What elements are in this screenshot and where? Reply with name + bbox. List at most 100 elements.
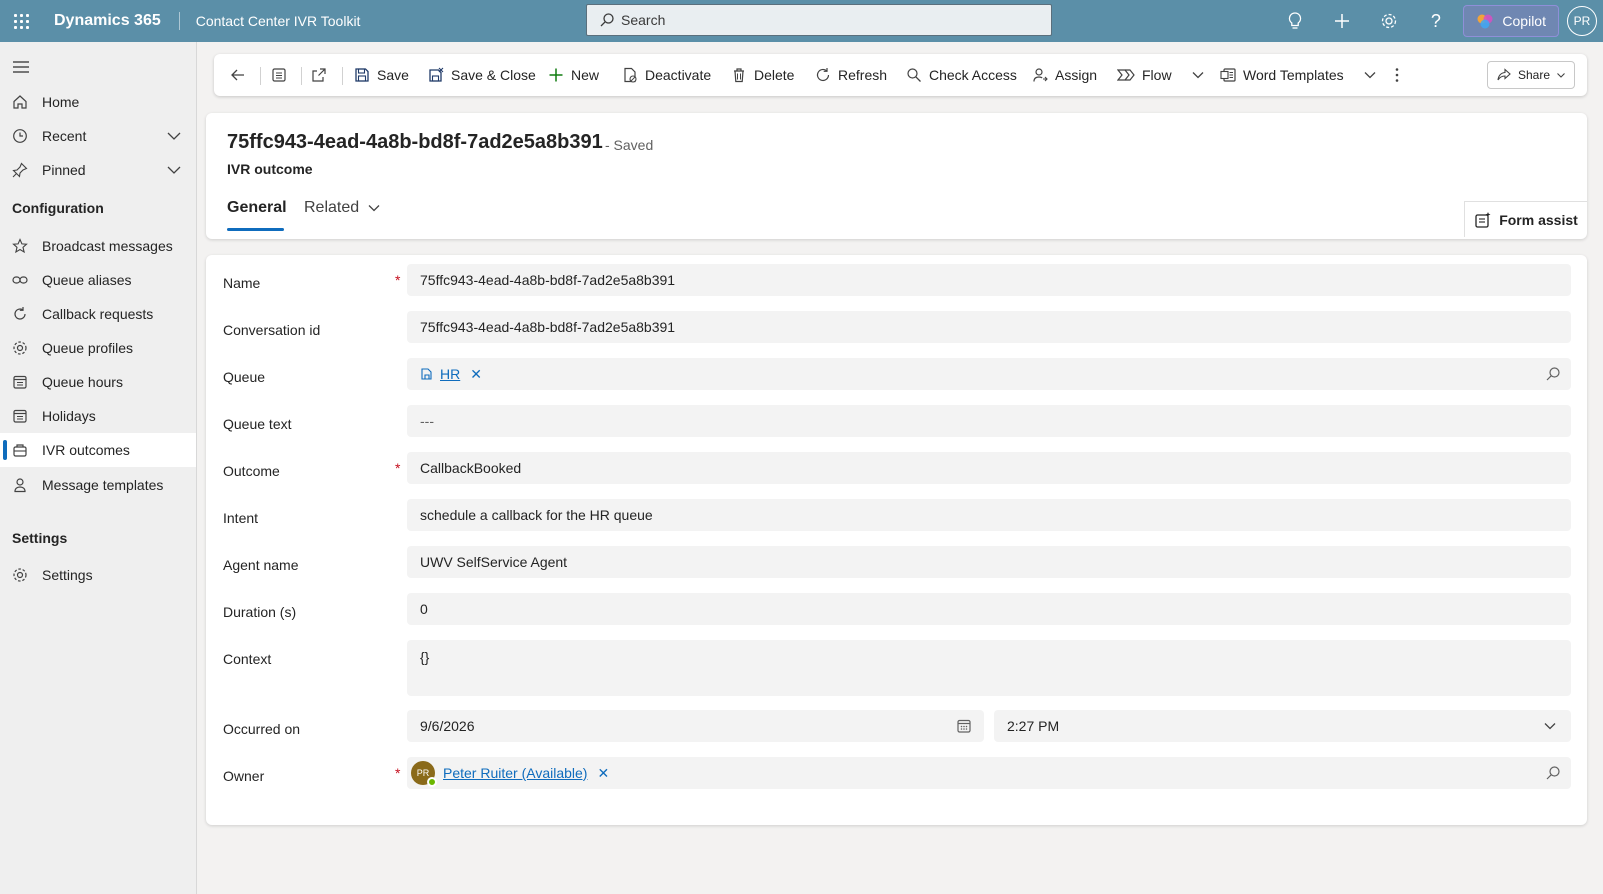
check-access-button[interactable]: Check Access — [906, 54, 1017, 96]
help-button[interactable]: ? — [1412, 0, 1459, 42]
sidebar-item-callback-requests[interactable]: Callback requests — [0, 297, 196, 331]
queue-text-label: Queue text — [223, 416, 292, 432]
pin-icon — [12, 162, 28, 178]
sidebar-item-pinned[interactable]: Pinned — [0, 153, 196, 187]
sidebar-item-queue-profiles[interactable]: Queue profiles — [0, 331, 196, 365]
agent-name-field[interactable]: UWV SelfService Agent — [407, 546, 1571, 578]
search-icon[interactable] — [1545, 366, 1561, 382]
owner-lookup-field[interactable]: PR Peter Ruiter (Available) ✕ — [407, 757, 1571, 789]
owner-lookup-link[interactable]: Peter Ruiter (Available) — [443, 765, 587, 781]
search-input[interactable]: Search — [586, 4, 1052, 36]
context-field[interactable]: {} — [407, 640, 1571, 696]
sidebar-item-home[interactable]: Home — [0, 85, 196, 119]
outcome-value: CallbackBooked — [420, 460, 522, 476]
assign-button[interactable]: Assign — [1032, 54, 1097, 96]
chevron-down-icon[interactable] — [166, 128, 182, 144]
more-vertical-icon — [1395, 68, 1399, 82]
conversation-id-value: 75ffc943-4ead-4a8b-bd8f-7ad2e5a8b391 — [420, 319, 676, 335]
intent-field[interactable]: schedule a callback for the HR queue — [407, 499, 1571, 531]
occurred-on-label: Occurred on — [223, 721, 301, 737]
word-templates-button[interactable]: Word Templates — [1220, 54, 1377, 96]
more-commands-button[interactable] — [1394, 54, 1400, 96]
word-templates-label: Word Templates — [1243, 67, 1344, 83]
form-assist-icon — [1475, 211, 1491, 228]
sidebar-item-label: Home — [42, 94, 80, 110]
sidebar-item-label: IVR outcomes — [42, 442, 130, 458]
entity-name: IVR outcome — [227, 161, 313, 177]
context-value: {} — [420, 649, 430, 665]
duration-value: 0 — [420, 601, 428, 617]
outcome-label: Outcome — [223, 463, 280, 479]
copilot-button[interactable]: Copilot — [1463, 5, 1559, 37]
required-indicator: * — [395, 272, 401, 288]
app-launcher-button[interactable] — [0, 0, 42, 42]
sidebar-item-settings[interactable]: Settings — [0, 558, 196, 592]
context-label: Context — [223, 651, 272, 667]
remove-queue-icon[interactable]: ✕ — [470, 366, 482, 383]
save-button[interactable]: Save — [354, 54, 409, 96]
outcome-field[interactable]: CallbackBooked — [407, 452, 1571, 484]
configuration-heading: Configuration — [12, 200, 104, 216]
queue-text-field[interactable]: --- — [407, 405, 1571, 437]
sidebar-item-queue-aliases[interactable]: Queue aliases — [0, 263, 196, 297]
settings-button[interactable] — [1365, 0, 1412, 42]
delete-label: Delete — [754, 67, 795, 83]
sidebar-item-label: Queue profiles — [42, 340, 134, 356]
app-name[interactable]: Contact Center IVR Toolkit — [196, 13, 361, 29]
calendar-icon[interactable] — [956, 718, 972, 734]
queue-lookup-link[interactable]: HR — [440, 366, 460, 382]
open-new-window-button[interactable] — [311, 54, 327, 96]
sidebar-item-label: Settings — [42, 567, 93, 583]
brand-name[interactable]: Dynamics 365 — [54, 12, 161, 30]
waffle-icon — [13, 13, 29, 29]
share-button[interactable]: Share — [1487, 61, 1575, 89]
chevron-down-icon[interactable] — [1191, 68, 1205, 82]
tab-related[interactable]: Related — [304, 199, 381, 217]
command-bar: Save Save & Close New Deactivate Delete … — [214, 54, 1587, 96]
refresh-icon — [816, 68, 830, 82]
user-avatar[interactable]: PR — [1567, 6, 1597, 36]
remove-owner-icon[interactable]: ✕ — [597, 765, 609, 782]
sidebar-item-label: Message templates — [42, 477, 164, 493]
tab-general[interactable]: General — [227, 199, 287, 217]
sidebar-item-broadcast-messages[interactable]: Broadcast messages — [0, 229, 196, 263]
conversation-id-field[interactable]: 75ffc943-4ead-4a8b-bd8f-7ad2e5a8b391 — [407, 311, 1571, 343]
search-icon[interactable] — [1545, 765, 1561, 781]
sidebar-item-ivr-outcomes[interactable]: IVR outcomes — [0, 433, 196, 467]
new-item-button[interactable] — [1318, 0, 1365, 42]
duration-field[interactable]: 0 — [407, 593, 1571, 625]
chevron-down-icon[interactable] — [1363, 68, 1377, 82]
form-assist-button[interactable]: Form assist — [1464, 201, 1587, 237]
lightbulb-button[interactable] — [1271, 0, 1318, 42]
outcome-icon — [12, 442, 28, 458]
queue-label: Queue — [223, 369, 266, 385]
save-close-button[interactable]: Save & Close — [428, 54, 536, 96]
occurred-date-field[interactable]: 9/6/2026 — [407, 710, 984, 742]
record-set-button[interactable] — [271, 54, 287, 96]
sidebar-item-message-templates[interactable]: Message templates — [0, 468, 196, 502]
intent-label: Intent — [223, 510, 259, 526]
queue-lookup-field[interactable]: HR ✕ — [407, 358, 1571, 390]
back-button[interactable] — [230, 54, 246, 96]
delete-button[interactable]: Delete — [731, 54, 794, 96]
hamburger-button[interactable] — [12, 60, 30, 77]
required-indicator: * — [395, 765, 401, 781]
occurred-date-value: 9/6/2026 — [420, 718, 475, 734]
name-field[interactable]: 75ffc943-4ead-4a8b-bd8f-7ad2e5a8b391 — [407, 264, 1571, 296]
flow-button[interactable]: Flow — [1117, 54, 1205, 96]
hamburger-icon — [13, 61, 29, 73]
sidebar-item-recent[interactable]: Recent — [0, 119, 196, 153]
home-icon — [12, 94, 28, 110]
trash-icon — [734, 68, 744, 83]
record-set-icon — [272, 68, 286, 82]
occurred-time-field[interactable]: 2:27 PM — [994, 710, 1571, 742]
deactivate-button[interactable]: Deactivate — [622, 54, 711, 96]
sidebar-item-queue-hours[interactable]: Queue hours — [0, 365, 196, 399]
refresh-button[interactable]: Refresh — [815, 54, 887, 96]
chevron-down-icon[interactable] — [166, 162, 182, 178]
chevron-down-icon[interactable] — [1543, 719, 1557, 733]
sidebar-item-holidays[interactable]: Holidays — [0, 399, 196, 433]
new-button[interactable]: New — [548, 54, 599, 96]
name-value: 75ffc943-4ead-4a8b-bd8f-7ad2e5a8b391 — [420, 272, 676, 288]
sidebar-item-label: Broadcast messages — [42, 238, 173, 254]
